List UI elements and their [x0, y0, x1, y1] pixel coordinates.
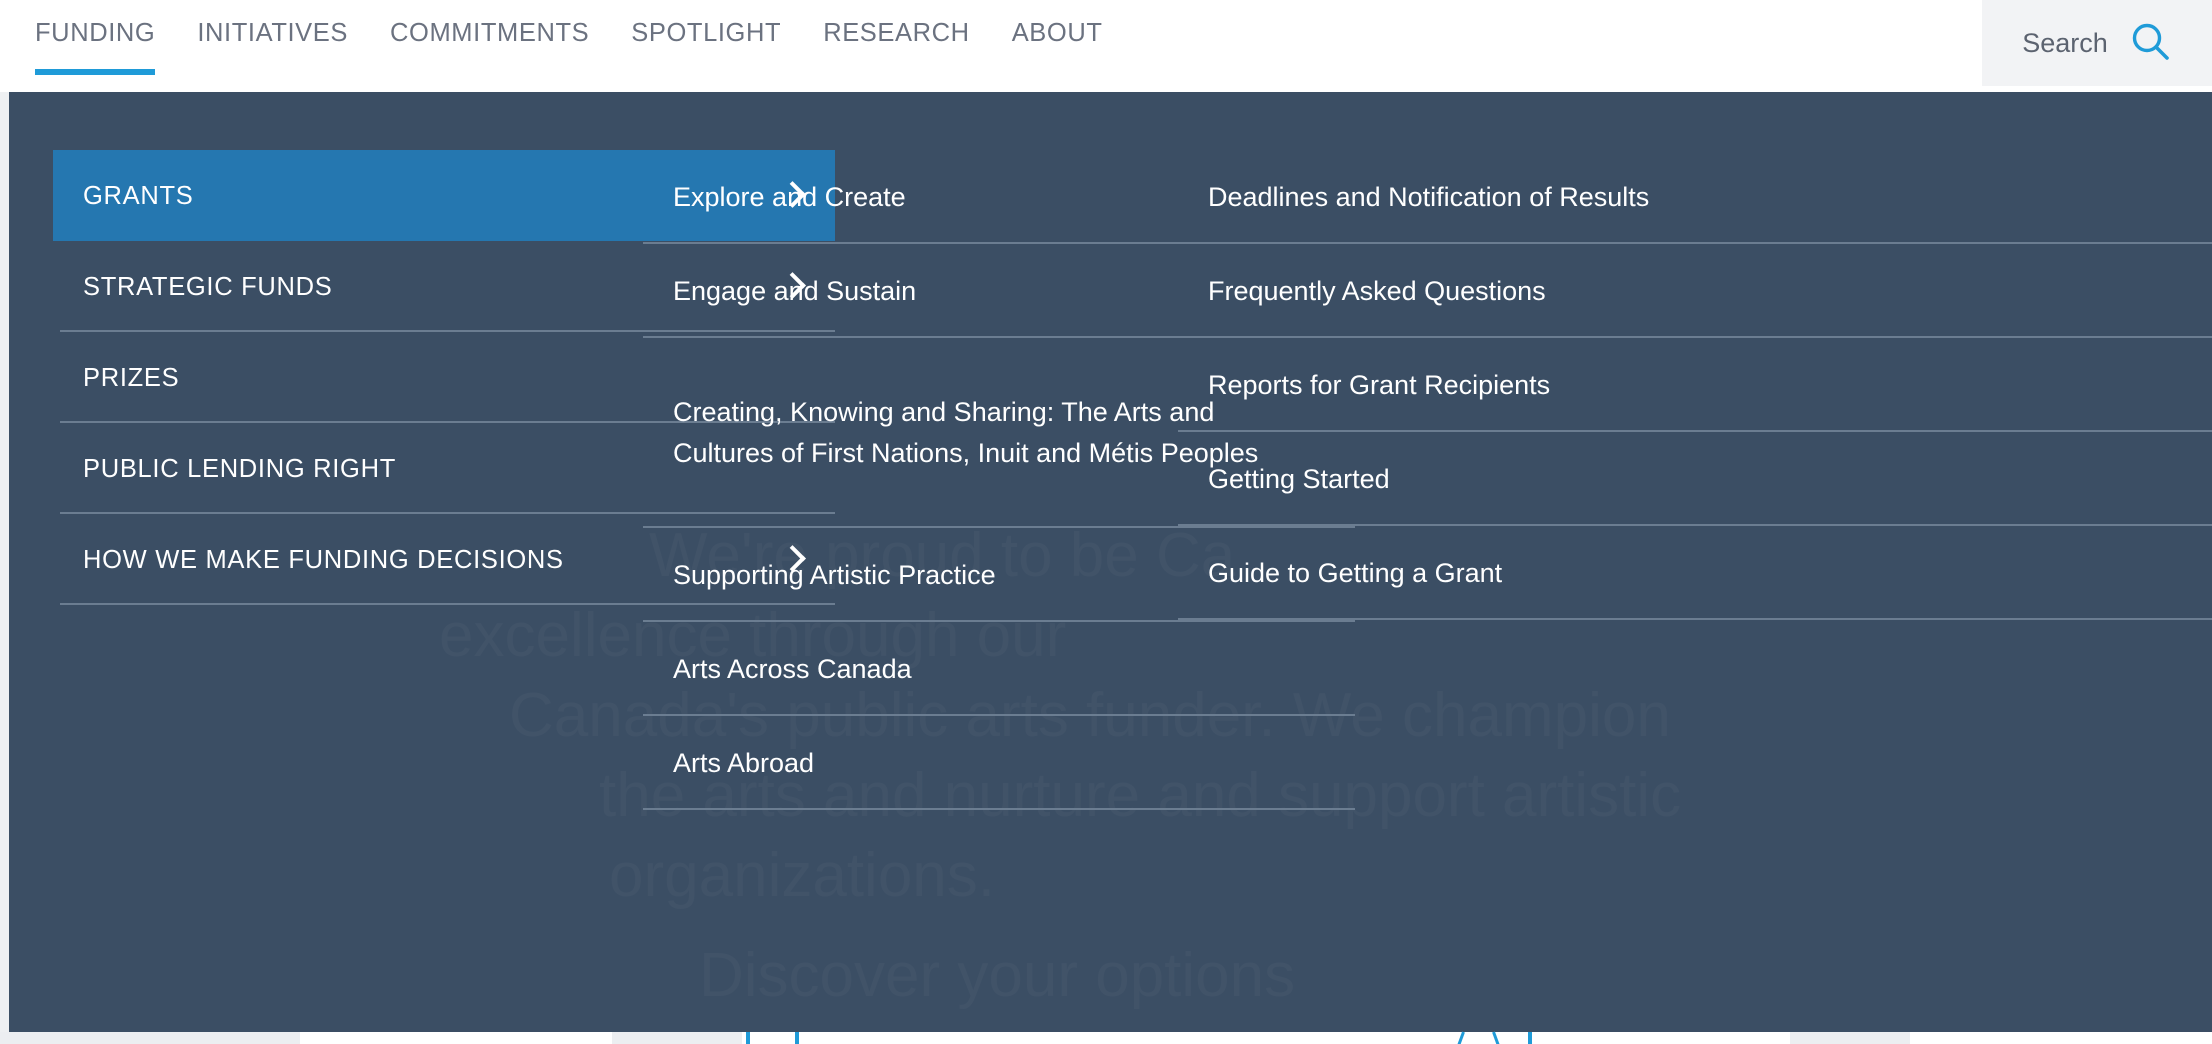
- resource-link-frequently-asked-questions[interactable]: Frequently Asked Questions: [1178, 244, 2212, 338]
- submenu-item-label: Engage and Sustain: [673, 275, 917, 306]
- resource-link-getting-started[interactable]: Getting Started: [1178, 432, 2212, 526]
- nav-item-spotlight[interactable]: SPOTLIGHT: [610, 18, 802, 78]
- submenu-item-label: Arts Abroad: [673, 747, 815, 778]
- resource-link-label: Reports for Grant Recipients: [1208, 369, 1551, 400]
- nav-item-research[interactable]: RESEARCH: [802, 18, 991, 78]
- funding-mega-menu-panel: We're proud to be Ca excellence through …: [9, 92, 2212, 1044]
- submenu-item-arts-across-canada[interactable]: Arts Across Canada: [643, 622, 1355, 716]
- submenu-item-label: Arts Across Canada: [673, 653, 912, 684]
- accent-slash: [1492, 1031, 1500, 1044]
- submenu-item-label: Explore and Create: [673, 181, 906, 212]
- resource-link-label: Deadlines and Notification of Results: [1208, 181, 1650, 212]
- nav-item-label: SPOTLIGHT: [631, 19, 782, 47]
- resource-link-label: Guide to Getting a Grant: [1208, 557, 1503, 588]
- submenu-item-label: Supporting Artistic Practice: [673, 559, 996, 590]
- accent-slash: [1457, 1031, 1465, 1044]
- page-content-below-panel: [0, 1031, 2212, 1044]
- nav-item-about[interactable]: ABOUT: [991, 18, 1124, 78]
- site-header: FUNDING INITIATIVES COMMITMENTS SPOTLIGH…: [0, 0, 2212, 86]
- nav-item-initiatives[interactable]: INITIATIVES: [176, 18, 369, 78]
- nav-item-label: FUNDING: [35, 19, 156, 47]
- resource-link-reports-for-grant-recipients[interactable]: Reports for Grant Recipients: [1178, 338, 2212, 432]
- content-card: [1790, 1032, 1910, 1044]
- content-card: [612, 1032, 742, 1044]
- search-icon[interactable]: [2130, 22, 2172, 64]
- accent-bar: [795, 1032, 799, 1044]
- content-card: [0, 1032, 300, 1044]
- resource-link-label: Getting Started: [1208, 463, 1390, 494]
- mega-menu-tertiary-column: Deadlines and Notification of Results Fr…: [1178, 150, 2212, 620]
- search-label: Search: [2022, 28, 2108, 58]
- active-nav-underline: [35, 69, 156, 75]
- mega-menu-columns: GRANTS STRATEGIC FUNDS PRIZES PUBLIC LEN…: [9, 92, 2212, 1044]
- nav-item-label: ABOUT: [1011, 19, 1103, 47]
- resource-link-label: Frequently Asked Questions: [1208, 275, 1546, 306]
- search-button[interactable]: Search: [1982, 0, 2212, 86]
- divider: [643, 808, 1355, 810]
- divider: [1178, 618, 2212, 620]
- main-navigation: FUNDING INITIATIVES COMMITMENTS SPOTLIGH…: [0, 0, 1982, 86]
- nav-item-commitments[interactable]: COMMITMENTS: [369, 18, 610, 78]
- page-root: FUNDING INITIATIVES COMMITMENTS SPOTLIGH…: [0, 0, 2212, 1044]
- nav-item-label: INITIATIVES: [197, 19, 349, 47]
- accent-bar: [1528, 1032, 1532, 1044]
- nav-item-label: COMMITMENTS: [390, 19, 590, 47]
- resource-link-guide-to-getting-a-grant[interactable]: Guide to Getting a Grant: [1178, 526, 2212, 620]
- accent-bar: [746, 1032, 750, 1044]
- nav-item-funding[interactable]: FUNDING: [14, 18, 176, 78]
- resource-link-deadlines-and-notification-of-results[interactable]: Deadlines and Notification of Results: [1178, 150, 2212, 244]
- left-gutter: [0, 92, 9, 1044]
- nav-item-label: RESEARCH: [823, 19, 970, 47]
- submenu-item-arts-abroad[interactable]: Arts Abroad: [643, 716, 1355, 810]
